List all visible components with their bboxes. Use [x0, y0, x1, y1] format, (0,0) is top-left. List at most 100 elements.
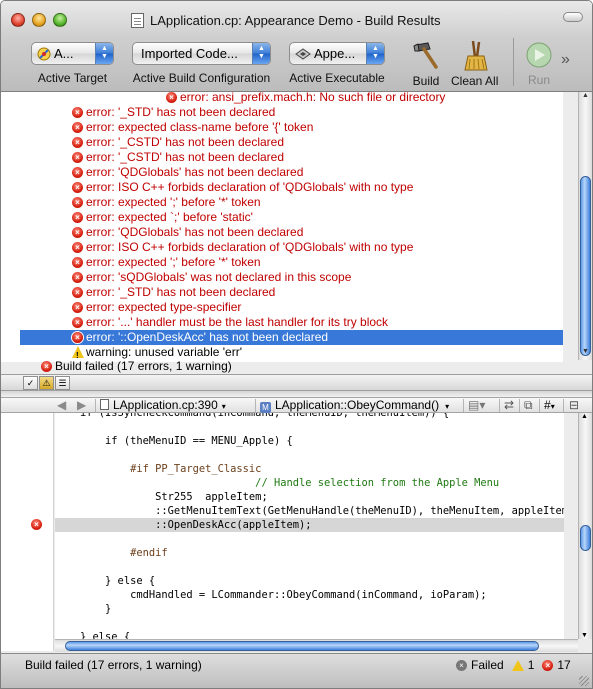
error-message-row[interactable]: × error: expected class-name before '{' t…	[20, 120, 563, 135]
code-line[interactable]: ::GetMenuItemText(GetMenuHandle(theMenuI…	[55, 504, 564, 518]
build-messages-list: × error: ansi_prefix.mach.h: No such file…	[20, 92, 563, 362]
popup-arrow-icon: ▾	[445, 402, 450, 411]
code-horizontal-scrollbar[interactable]	[55, 639, 578, 652]
code-line[interactable]: // Handle selection from the Apple Menu	[55, 476, 564, 490]
toolbar-toggle-button[interactable]	[563, 12, 583, 22]
minimize-window-button[interactable]	[32, 13, 46, 27]
error-message-row[interactable]: × error: '_CSTD' has not been declared	[20, 135, 563, 150]
code-line[interactable]: cmdHandled = LCommander::ObeyCommand(inC…	[55, 588, 564, 602]
split-editor-icon[interactable]: ⊟	[569, 398, 579, 413]
code-line[interactable]	[55, 420, 564, 434]
code-gutter[interactable]: ×	[1, 413, 54, 651]
code-line-text: if (IsSyncheckCommand(inCommand, theMenu…	[55, 413, 450, 419]
bookmarks-icon[interactable]: ▤▾	[468, 398, 485, 413]
scroll-down-icon[interactable]: ▼	[580, 348, 591, 360]
includes-popup[interactable]: #▾	[544, 398, 555, 413]
code-line[interactable]: } else {	[55, 574, 564, 588]
nav-back-icon[interactable]: ◀	[57, 398, 66, 413]
active-target-popup[interactable]: A... ▲ ▼	[31, 42, 114, 65]
build-button[interactable]: Build	[410, 39, 442, 88]
code-scroll-thumb[interactable]	[580, 525, 591, 551]
toolbar-overflow-icon[interactable]: »	[561, 51, 570, 69]
scroll-up-icon[interactable]: ▲	[580, 92, 591, 104]
warning-message-row[interactable]: warning: unused variable 'err'	[20, 345, 563, 362]
code-line[interactable]: Str255 appleItem;	[55, 490, 564, 504]
function-popup[interactable]: M LApplication::ObeyCommand() ▾	[260, 398, 449, 413]
filter-warnings-button[interactable]: ⚠	[39, 376, 54, 390]
code-line[interactable]: #endif	[55, 546, 564, 560]
error-message-row[interactable]: × error: expected `;' before 'static'	[20, 210, 563, 225]
messages-gutter	[1, 92, 20, 362]
code-line[interactable]: ::OpenDeskAcc(appleItem);	[55, 518, 564, 532]
build-config-popup[interactable]: Imported Code... ▲ ▼	[132, 42, 271, 65]
build-config-item: Imported Code... ▲ ▼ Active Build Configu…	[132, 42, 271, 85]
toolbar-separator	[513, 38, 514, 86]
error-message-row[interactable]: × error: ISO C++ forbids declaration of '…	[20, 240, 563, 255]
zoom-window-button[interactable]	[53, 13, 67, 27]
active-exec-popup[interactable]: Appe... ▲ ▼	[289, 42, 385, 65]
code-vertical-scrollbar[interactable]: ▲ ▼	[578, 413, 592, 639]
error-message-row[interactable]: × error: '::OpenDeskAcc' has not been dec…	[20, 330, 563, 345]
error-message-row[interactable]: × error: '_CSTD' has not been declared	[20, 150, 563, 165]
error-message-row[interactable]: × error: '_STD' has not been declared	[20, 285, 563, 300]
nav-forward-icon[interactable]: ▶	[77, 398, 86, 413]
code-hscroll-thumb[interactable]	[65, 641, 539, 651]
includes-icon[interactable]: ⧉	[524, 398, 533, 413]
error-message-row[interactable]: × error: ansi_prefix.mach.h: No such file…	[20, 92, 563, 105]
editor-navigation-bar: ◀ ▶ LApplication.cp:390 ▾ M LApplication::…	[1, 398, 592, 413]
error-icon: ×	[72, 107, 83, 118]
code-line[interactable]	[55, 616, 564, 630]
file-popup[interactable]: LApplication.cp:390 ▾	[100, 398, 226, 413]
scroll-up-icon[interactable]: ▲	[581, 413, 588, 420]
counterpart-icon[interactable]: ⇄	[504, 398, 514, 413]
code-line[interactable]: }	[55, 602, 564, 616]
filter-checkmark-button[interactable]: ✓	[23, 376, 38, 390]
code-line[interactable]	[55, 448, 564, 462]
code-line-text: }	[55, 603, 112, 615]
error-message-row[interactable]: × error: 'QDGlobals' has not been declare…	[20, 165, 563, 180]
message-text: error: expected `;' before 'static'	[86, 210, 253, 224]
build-config-value: Imported Code...	[141, 46, 238, 61]
nav-divider	[539, 399, 540, 412]
error-message-row[interactable]: × error: '_STD' has not been declared	[20, 105, 563, 120]
file-location: LApplication.cp:390	[113, 398, 218, 412]
error-message-row[interactable]: × error: '...' handler must be the last h…	[20, 315, 563, 330]
error-message-row[interactable]: × error: expected ';' before '*' token	[20, 195, 563, 210]
build-summary-row[interactable]: × Build failed (17 errors, 1 warning)	[20, 359, 580, 374]
error-message-row[interactable]: × error: expected type-specifier	[20, 300, 563, 315]
message-text: error: expected ';' before '*' token	[86, 255, 261, 269]
pane-splitter[interactable]	[1, 391, 592, 398]
message-text: error: '_CSTD' has not been declared	[86, 135, 285, 149]
error-message-row[interactable]: × error: 'sQDGlobals' was not declared in…	[20, 270, 563, 285]
resize-grip-icon[interactable]	[579, 676, 589, 686]
active-exec-label: Active Executable	[289, 71, 385, 85]
error-message-row[interactable]: × error: expected ';' before '*' token	[20, 255, 563, 270]
status-indicators[interactable]: × Failed 1 × 17	[456, 658, 571, 672]
error-message-row[interactable]: × error: 'QDGlobals' has not been declare…	[20, 225, 563, 240]
code-editor[interactable]: if (IsSyncheckCommand(inCommand, theMenu…	[55, 413, 564, 639]
active-exec-item: Appe... ▲ ▼ Active Executable	[289, 42, 385, 85]
code-line[interactable]: if (theMenuID == MENU_Apple) {	[55, 434, 564, 448]
code-line[interactable]	[55, 532, 564, 546]
error-icon: ×	[72, 287, 83, 298]
code-line[interactable]: #if PP_Target_Classic	[55, 462, 564, 476]
filter-transcript-button[interactable]: ☰	[55, 376, 70, 390]
active-target-value: A...	[54, 46, 74, 61]
message-text: error: ISO C++ forbids declaration of 'Q…	[86, 240, 414, 254]
code-line[interactable]: } else {	[55, 630, 564, 639]
scroll-down-icon[interactable]: ▼	[581, 632, 588, 639]
error-icon: ×	[72, 152, 83, 163]
error-icon: ×	[72, 242, 83, 253]
messages-scroll-thumb[interactable]	[580, 176, 591, 356]
code-line[interactable]	[55, 560, 564, 574]
document-icon[interactable]	[131, 13, 144, 28]
messages-scrollbar[interactable]: ▲ ▼	[578, 92, 592, 360]
run-button[interactable]: Run	[525, 41, 553, 87]
clean-all-button[interactable]: Clean All	[451, 39, 498, 88]
executable-icon	[295, 47, 311, 60]
code-line[interactable]: if (IsSyncheckCommand(inCommand, theMenu…	[55, 413, 564, 420]
gutter-error-icon[interactable]: ×	[31, 519, 42, 530]
error-message-row[interactable]: × error: ISO C++ forbids declaration of '…	[20, 180, 563, 195]
close-window-button[interactable]	[11, 13, 25, 27]
error-icon: ×	[72, 302, 83, 313]
